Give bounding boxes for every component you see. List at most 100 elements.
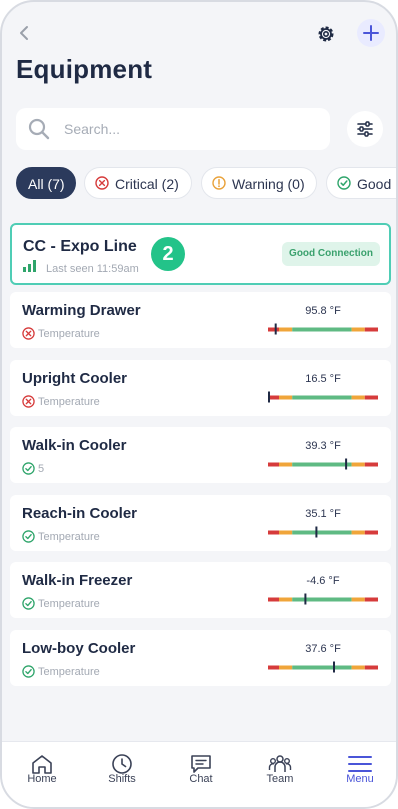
hub-device-count-badge: 2 bbox=[151, 237, 185, 271]
temperature-reading: 39.3 °F bbox=[305, 440, 341, 453]
gauge-segment bbox=[351, 327, 365, 332]
equipment-name: Walk-in Cooler bbox=[22, 437, 127, 455]
equipment-name: Warming Drawer bbox=[22, 302, 141, 319]
chip-label: Warning (0) bbox=[232, 176, 305, 192]
gauge-segment bbox=[292, 395, 352, 400]
search-bar bbox=[16, 108, 330, 150]
x-circle-icon bbox=[22, 394, 35, 408]
gear-icon bbox=[318, 26, 334, 42]
x-circle-icon bbox=[22, 327, 35, 340]
gauge-segment bbox=[268, 597, 279, 602]
clock-icon bbox=[112, 754, 132, 774]
status-subtext: Temperature bbox=[38, 395, 100, 408]
status-subtext: Temperature bbox=[38, 328, 100, 340]
temperature-gauge bbox=[268, 323, 378, 335]
status-subtext: Temperature bbox=[38, 666, 100, 678]
nav-label: Shifts bbox=[108, 773, 136, 785]
nav-home[interactable]: Home bbox=[2, 742, 82, 807]
gauge-segment bbox=[279, 665, 293, 670]
temperature-gauge bbox=[268, 458, 378, 470]
gauge-segment bbox=[292, 530, 352, 535]
gauge-segment bbox=[364, 665, 378, 670]
equipment-card[interactable]: Low-boy Cooler Temperature 37.6 °F bbox=[10, 630, 391, 686]
gauge-segment bbox=[268, 665, 279, 670]
chip-label: All (7) bbox=[28, 176, 65, 192]
nav-chat[interactable]: Chat bbox=[161, 742, 241, 807]
temperature-reading: 16.5 °F bbox=[305, 372, 341, 385]
chip-label: Good bbox=[357, 176, 392, 192]
equipment-card[interactable]: Walk-in Freezer Temperature -4.6 °F bbox=[10, 562, 391, 619]
back-button[interactable] bbox=[14, 22, 36, 44]
equipment-name: Reach-in Cooler bbox=[22, 504, 138, 522]
filter-settings-button[interactable] bbox=[347, 111, 383, 147]
gauge-segment bbox=[268, 327, 279, 332]
filter-chip-warning[interactable]: Warning (0) bbox=[201, 167, 317, 199]
gauge-segment bbox=[351, 530, 365, 535]
status-subtext: Temperature bbox=[38, 530, 100, 543]
gauge-marker bbox=[315, 526, 318, 538]
gauge-segment bbox=[268, 530, 279, 535]
chevron-left-icon bbox=[20, 26, 28, 40]
warning-circle-icon bbox=[212, 176, 226, 190]
equipment-card[interactable]: Walk-in Cooler 5 39.3 °F bbox=[10, 427, 391, 484]
check-circle-icon bbox=[22, 665, 35, 678]
gauge-segment bbox=[364, 597, 378, 602]
connection-status-badge: Good Connection bbox=[282, 242, 380, 266]
temperature-gauge bbox=[268, 526, 378, 538]
gauge-segment bbox=[364, 395, 378, 400]
equipment-card[interactable]: Upright Cooler Temperature 16.5 °F bbox=[10, 359, 391, 416]
gauge-marker bbox=[333, 661, 335, 673]
temperature-reading: 35.1 °F bbox=[305, 507, 341, 520]
nav-team[interactable]: Team bbox=[240, 742, 320, 807]
x-circle-icon bbox=[95, 176, 109, 190]
gauge-segment bbox=[292, 665, 352, 670]
temperature-gauge bbox=[268, 593, 378, 605]
nav-label: Chat bbox=[189, 773, 213, 785]
search-input[interactable] bbox=[64, 108, 314, 150]
gauge-segment bbox=[292, 597, 352, 602]
hub-name: CC - Expo Line bbox=[23, 238, 137, 255]
gauge-segment bbox=[364, 462, 378, 467]
settings-button[interactable] bbox=[313, 21, 339, 47]
filter-chip-good[interactable]: Good bbox=[326, 167, 396, 199]
hub-card[interactable]: CC - Expo Line 2 Last seen 11:59am Good … bbox=[10, 223, 391, 285]
phone-frame: Equipment All (7) Critical (2) Warning (… bbox=[0, 0, 398, 809]
plus-icon bbox=[363, 25, 379, 41]
gauge-segment bbox=[351, 395, 365, 400]
gauge-segment bbox=[364, 530, 378, 535]
check-circle-icon bbox=[22, 462, 35, 475]
team-icon bbox=[268, 755, 292, 772]
sliders-icon bbox=[357, 121, 373, 137]
menu-icon bbox=[348, 756, 372, 772]
gauge-segment bbox=[279, 462, 293, 467]
temperature-reading: 95.8 °F bbox=[305, 305, 341, 317]
equipment-name: Upright Cooler bbox=[22, 369, 127, 387]
temperature-gauge bbox=[268, 661, 378, 673]
chip-label: Critical (2) bbox=[115, 176, 179, 192]
check-circle-icon bbox=[337, 176, 351, 190]
equipment-name: Walk-in Freezer bbox=[22, 572, 133, 590]
equipment-card[interactable]: Reach-in Cooler Temperature 35.1 °F bbox=[10, 494, 391, 551]
gauge-segment bbox=[351, 665, 365, 670]
gauge-segment bbox=[268, 462, 279, 467]
nav-label: Team bbox=[266, 773, 294, 785]
check-circle-icon bbox=[22, 597, 35, 611]
search-icon bbox=[28, 118, 50, 140]
bottom-nav: Home Shifts Chat Team Menu bbox=[2, 741, 396, 807]
filter-chip-critical[interactable]: Critical (2) bbox=[84, 167, 192, 199]
gauge-segment bbox=[351, 597, 365, 602]
temperature-reading: 37.6 °F bbox=[305, 643, 341, 655]
add-equipment-button[interactable] bbox=[357, 19, 385, 47]
nav-menu[interactable]: Menu bbox=[320, 742, 396, 807]
gauge-segment bbox=[279, 327, 293, 332]
gauge-segment bbox=[364, 327, 378, 332]
nav-shifts[interactable]: Shifts bbox=[82, 742, 162, 807]
temperature-reading: -4.6 °F bbox=[306, 575, 340, 588]
gauge-segment bbox=[279, 530, 293, 535]
chat-icon bbox=[191, 755, 211, 773]
gauge-marker bbox=[345, 458, 348, 470]
gauge-segment bbox=[351, 462, 365, 467]
gauge-marker bbox=[268, 391, 270, 403]
filter-chip-all[interactable]: All (7) bbox=[16, 167, 76, 199]
equipment-card[interactable]: Warming Drawer Temperature 95.8 °F bbox=[10, 292, 391, 348]
